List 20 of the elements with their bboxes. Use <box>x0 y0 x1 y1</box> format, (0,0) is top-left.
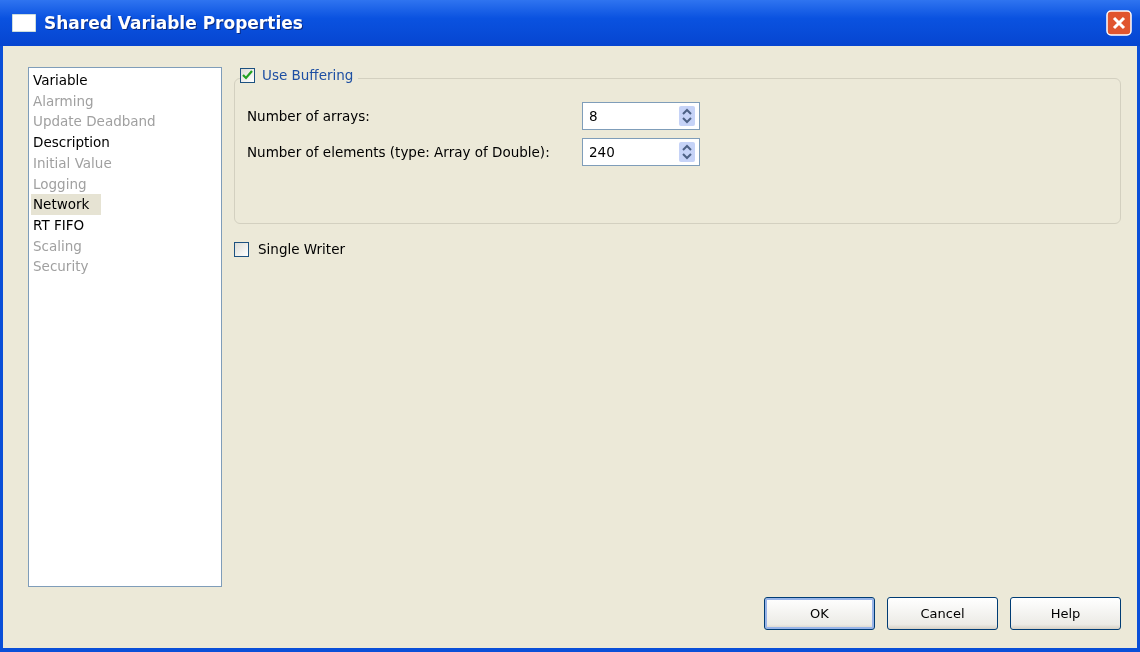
checkbox[interactable] <box>234 241 249 257</box>
window-title: Shared Variable Properties <box>44 13 304 33</box>
close-icon[interactable] <box>1106 10 1132 36</box>
checkbox-label: Use Buffering <box>262 67 354 83</box>
spin-field[interactable]: 240 <box>582 138 700 166</box>
checkbox-label: Single Writer <box>258 241 345 257</box>
spin-field[interactable]: 8 <box>582 102 700 130</box>
dialog-button[interactable]: Help <box>1010 597 1121 630</box>
category-item[interactable]: Description <box>31 132 122 153</box>
dialog-button[interactable]: Cancel <box>887 597 998 630</box>
category-item[interactable]: Variable <box>31 70 100 91</box>
spin-arrows-icon[interactable] <box>679 106 695 126</box>
spin-arrows-icon[interactable] <box>679 142 695 162</box>
category-item[interactable]: Network <box>31 194 102 215</box>
field-label: Number of arrays: <box>247 108 371 124</box>
window-icon <box>12 14 36 32</box>
category-item[interactable]: RT FIFO <box>31 214 97 236</box>
checkbox[interactable] <box>240 67 255 83</box>
dialog-button[interactable]: OK <box>764 597 875 630</box>
field-label: Number of elements (type: Array of Double): <box>247 144 551 160</box>
